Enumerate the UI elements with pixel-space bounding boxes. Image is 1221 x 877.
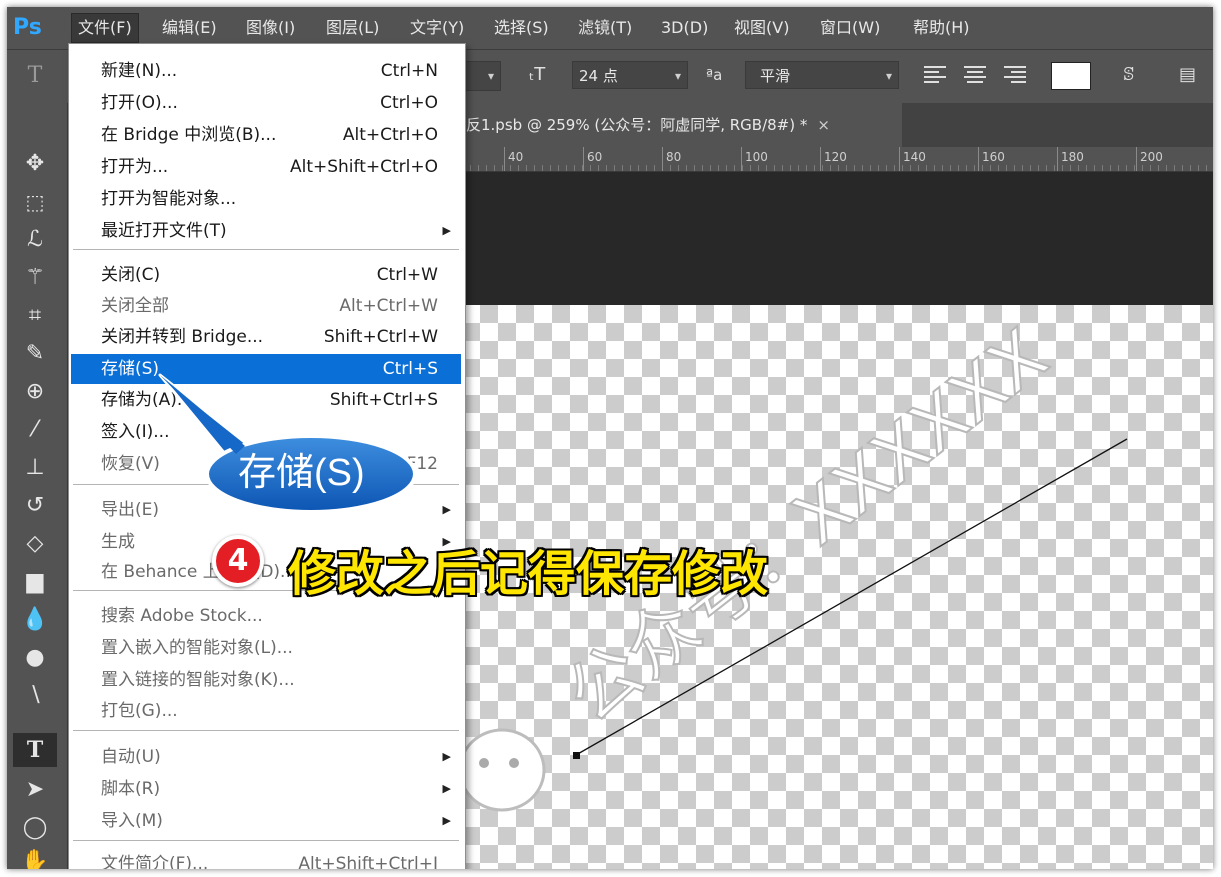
step-number-badge: 4 <box>212 535 264 587</box>
callout-bubble <box>158 373 417 514</box>
callout-label: 存储(S) <box>238 452 365 494</box>
step-instruction: 修改之后记得保存修改 <box>288 546 769 602</box>
